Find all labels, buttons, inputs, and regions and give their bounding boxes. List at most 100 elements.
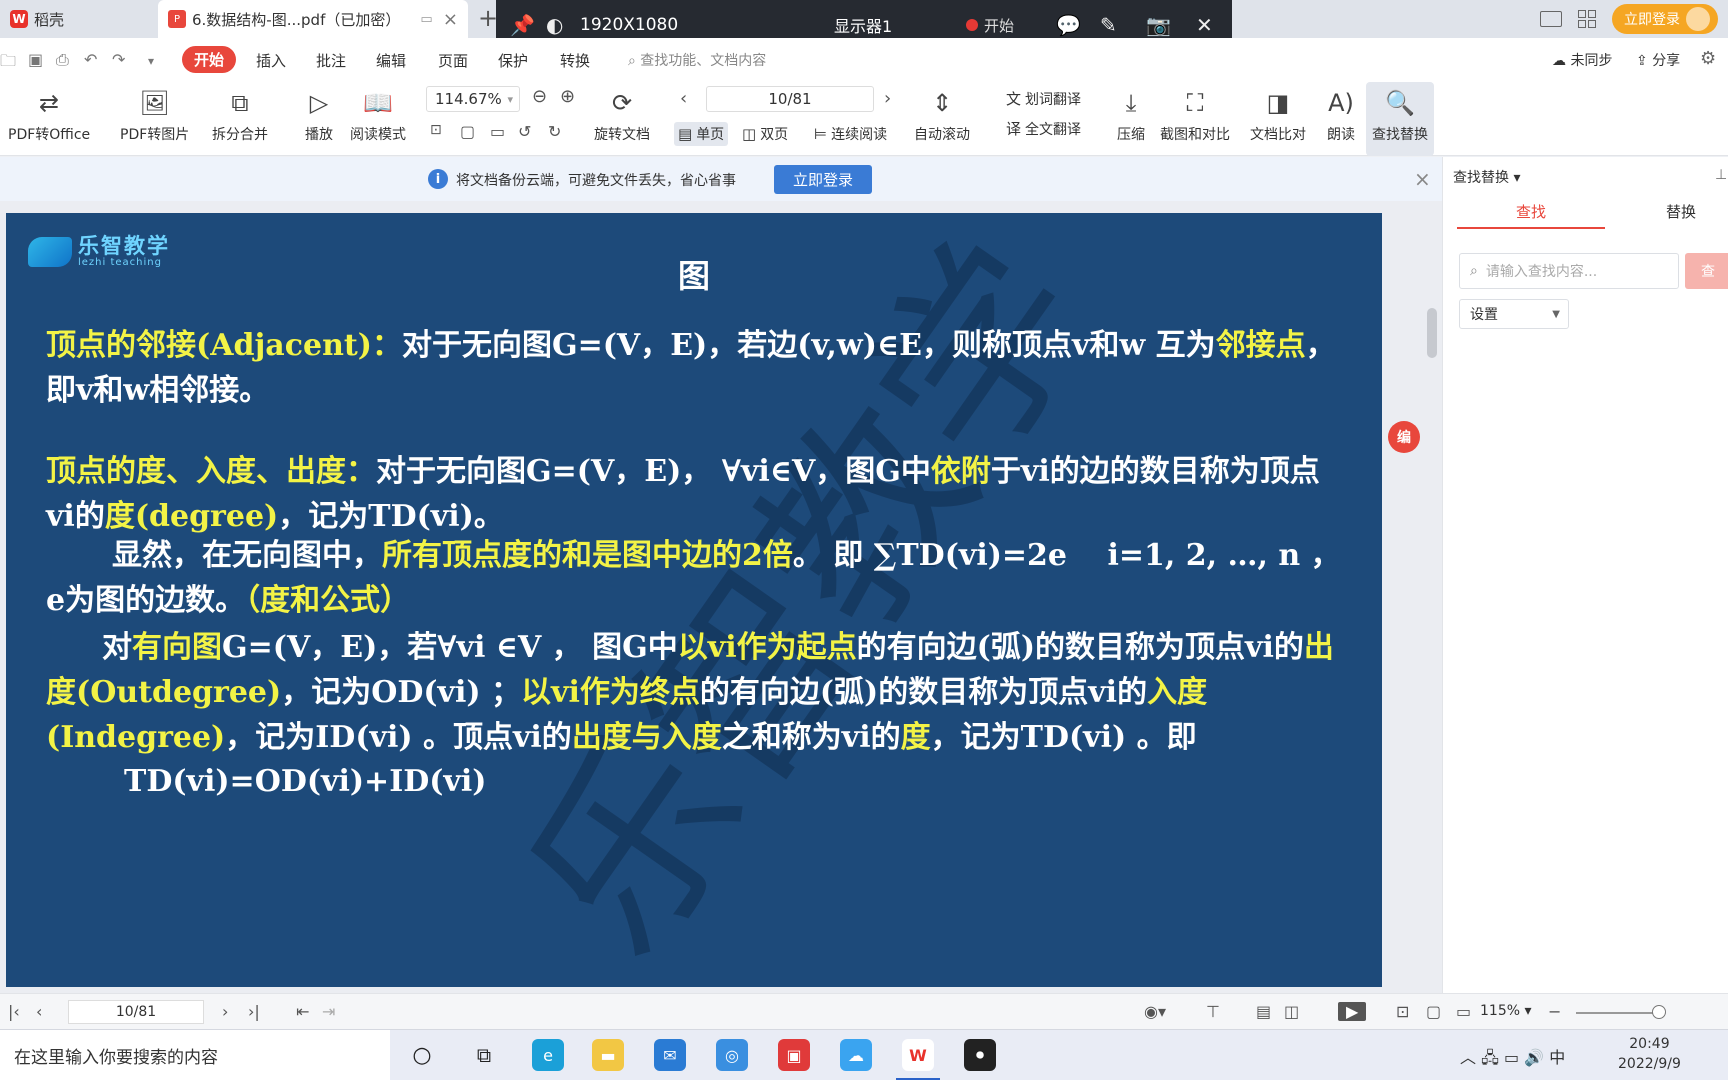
actual-size-icon[interactable]: ⊡ <box>430 122 442 138</box>
back-icon[interactable]: ⇤ <box>296 1002 309 1021</box>
pdf-to-office-button[interactable]: ⇄ PDF转Office <box>8 82 90 156</box>
print-icon[interactable]: ⎙ <box>56 50 69 70</box>
ime-indicator[interactable]: 中 <box>1549 1048 1565 1067</box>
recorder-app-icon[interactable]: ⏺ <box>964 1039 996 1071</box>
last-page-icon[interactable]: ›| <box>248 1002 260 1021</box>
forward-icon[interactable]: ⇥ <box>322 1002 335 1021</box>
menu-edit[interactable]: 编辑 <box>376 50 406 71</box>
recorder-start-button[interactable]: 开始 <box>966 15 1014 36</box>
first-page-icon[interactable]: |‹ <box>8 1002 20 1021</box>
task-view-icon[interactable]: ⧉ <box>468 1039 500 1071</box>
play-icon[interactable]: ▶ <box>1338 1002 1367 1021</box>
scrollbar-thumb[interactable] <box>1427 308 1437 358</box>
compress-button[interactable]: ⤓ 压缩 <box>1114 82 1148 156</box>
find-button[interactable]: 查 <box>1685 253 1728 289</box>
tab-find[interactable]: 查找 <box>1457 195 1605 229</box>
tab-replace[interactable]: 替换 <box>1607 195 1728 229</box>
play-button[interactable]: ▷ 播放 <box>302 82 336 156</box>
screenshot-compare-button[interactable]: ⛶ 截图和对比 <box>1160 82 1230 156</box>
speech-bubble-icon[interactable]: 💬 <box>1056 13 1081 37</box>
previous-page-icon[interactable]: ‹ <box>36 1002 42 1021</box>
page-number-input[interactable]: 10/81 <box>706 86 874 112</box>
save-icon[interactable]: ▣ <box>28 50 43 69</box>
tab-document[interactable]: P 6.数据结构-图...pdf（已加密） ▭ × <box>158 0 468 38</box>
menu-insert[interactable]: 插入 <box>256 50 286 71</box>
menu-annotate[interactable]: 批注 <box>316 50 346 71</box>
edge-icon[interactable]: e <box>532 1039 564 1071</box>
fit-page-icon[interactable]: ▢ <box>1426 1002 1441 1021</box>
cloud-app-icon[interactable]: ☁ <box>840 1039 872 1071</box>
vertical-scrollbar[interactable] <box>1424 212 1438 992</box>
zoom-select[interactable]: 114.67% ▾ <box>426 86 520 112</box>
double-page-button[interactable]: ◫ 双页 <box>738 122 792 146</box>
menu-start[interactable]: 开始 <box>182 46 237 73</box>
mail-icon[interactable]: ✉ <box>654 1039 686 1071</box>
tab-home[interactable]: W 稻壳 <box>0 0 158 38</box>
notice-login-button[interactable]: 立即登录 <box>774 165 872 194</box>
actual-size-icon[interactable]: ⊡ <box>1396 1002 1409 1021</box>
fit-page-icon[interactable]: ▢ <box>460 122 475 141</box>
pdf-to-image-button[interactable]: 🖼 PDF转图片 <box>120 82 189 156</box>
zoom-slider-handle[interactable] <box>1652 1005 1666 1019</box>
word-translate-button[interactable]: 文 划词翻译 <box>1006 88 1081 109</box>
pen-icon[interactable]: ✎ <box>1100 13 1117 37</box>
document-view[interactable]: 乐智教学 乐智教学 lezhi teaching 图 顶点的邻接(Adjacen… <box>0 201 1442 993</box>
auto-scroll-button[interactable]: ⇕ 自动滚动 <box>914 82 970 156</box>
camera-icon[interactable]: 📷 <box>1146 13 1171 37</box>
continuous-reading-button[interactable]: ⊨ 连续阅读 <box>810 122 891 146</box>
rotate-left-icon[interactable]: ↺ <box>518 122 531 141</box>
status-zoom[interactable]: 115% ▾ <box>1480 1003 1532 1019</box>
login-button[interactable]: 立即登录 <box>1612 4 1718 34</box>
status-page-input[interactable]: 10/81 <box>68 1000 204 1024</box>
reading-mode-button[interactable]: 📖 阅读模式 <box>350 82 406 156</box>
close-icon[interactable]: ✕ <box>1196 13 1213 37</box>
tab-close-icon[interactable]: × <box>443 9 458 30</box>
fit-window-icon[interactable]: ▭ <box>1456 1002 1471 1021</box>
single-page-view-icon[interactable]: ▤ <box>1256 1002 1271 1021</box>
redo-icon[interactable]: ↷ <box>112 50 125 69</box>
close-icon[interactable]: × <box>1414 167 1431 191</box>
pin-icon[interactable]: ⊥ <box>1715 167 1727 183</box>
app-grid-icon[interactable] <box>1578 10 1596 28</box>
zoom-in-icon[interactable]: ⊕ <box>560 86 575 107</box>
pin-icon[interactable]: 📌 <box>510 13 535 37</box>
taskbar-search[interactable]: 在这里输入你要搜索的内容 <box>0 1030 390 1080</box>
wps-taskbar-icon[interactable]: W <box>902 1039 934 1071</box>
sync-status[interactable]: ☁ 未同步 <box>1552 50 1612 70</box>
fit-width-icon[interactable]: ⊤ <box>1206 1002 1220 1021</box>
previous-page-icon[interactable]: ‹ <box>680 88 687 109</box>
full-translate-button[interactable]: 译 全文翻译 <box>1006 118 1081 139</box>
split-merge-button[interactable]: ⧉ 拆分合并 <box>212 82 268 156</box>
eye-protection-icon[interactable]: ◉▾ <box>1144 1002 1166 1021</box>
recorder-resolution[interactable]: 1920X1080 <box>580 15 678 35</box>
read-aloud-button[interactable]: A) 朗读 <box>1324 82 1358 156</box>
file-explorer-icon[interactable]: ▬ <box>592 1039 624 1071</box>
single-page-button[interactable]: ▤ 单页 <box>674 122 729 146</box>
tab-pin-icon[interactable]: ▭ <box>420 12 432 27</box>
menu-page[interactable]: 页面 <box>438 50 468 71</box>
doc-compare-button[interactable]: ◨ 文档比对 <box>1250 82 1306 156</box>
browser-icon[interactable]: ◎ <box>716 1039 748 1071</box>
share-button[interactable]: ⇪ 分享 <box>1636 50 1680 70</box>
rotate-right-icon[interactable]: ↻ <box>548 122 561 141</box>
zoom-out-icon[interactable]: − <box>1548 1002 1561 1021</box>
rotate-document-button[interactable]: ⟳ 旋转文档 <box>594 82 650 156</box>
settings-select[interactable]: 设置 ▼ <box>1459 299 1569 329</box>
contrast-icon[interactable]: ◐ <box>546 13 563 37</box>
double-page-view-icon[interactable]: ◫ <box>1284 1002 1299 1021</box>
next-page-icon[interactable]: › <box>222 1002 228 1021</box>
clock[interactable]: 20:49 2022/9/9 <box>1618 1034 1681 1074</box>
zoom-slider[interactable] <box>1576 1012 1662 1014</box>
app-store-icon[interactable]: ▣ <box>778 1039 810 1071</box>
gear-icon[interactable]: ⚙ <box>1700 48 1716 69</box>
menu-convert[interactable]: 转换 <box>560 50 590 71</box>
zoom-out-icon[interactable]: ⊖ <box>532 86 547 107</box>
fit-width-icon[interactable]: ▭ <box>490 122 505 141</box>
system-tray[interactable]: ︿ 🖧 ▭ 🔊 中 <box>1460 1044 1565 1074</box>
chevron-down-icon[interactable]: ▾ <box>148 54 154 68</box>
recorder-monitor[interactable]: 显示器1 <box>834 13 892 37</box>
find-replace-button[interactable]: 🔍 查找替换 <box>1366 82 1434 156</box>
undo-icon[interactable]: ↶ <box>84 50 97 69</box>
window-layout-icon[interactable] <box>1540 11 1562 27</box>
panel-title[interactable]: 查找替换 ▾ <box>1453 167 1520 187</box>
